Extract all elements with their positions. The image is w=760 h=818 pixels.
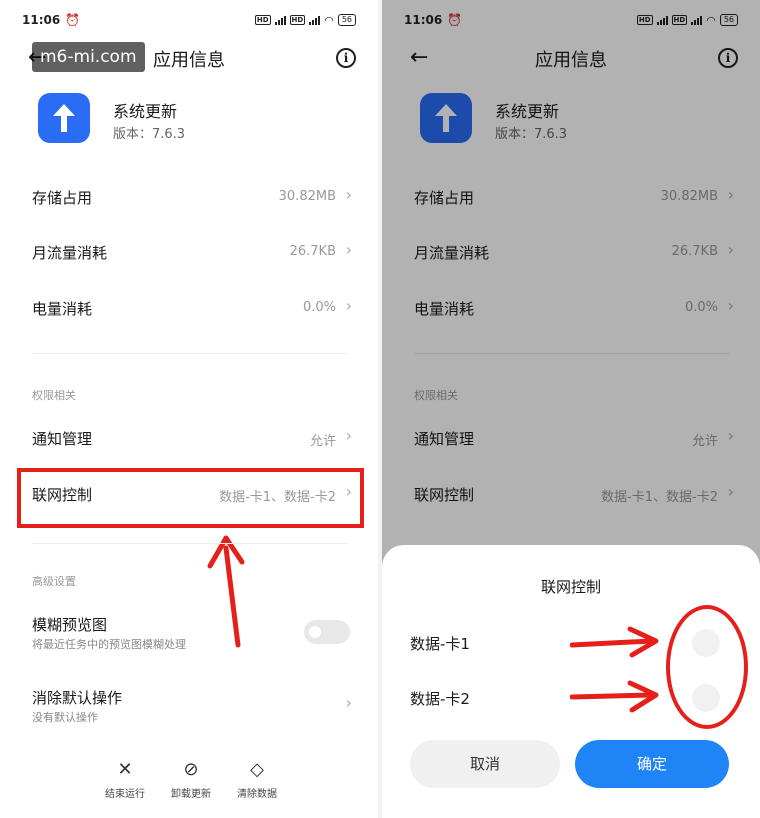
notification-row[interactable]: 通知管理 允许 › (32, 424, 352, 454)
status-bar: 11:06 ⏰ HD HD ◠ 56 (22, 12, 356, 28)
row-value: 30.82MB (278, 189, 336, 204)
cancel-button[interactable]: 取消 (410, 740, 560, 788)
annotation-highlight-box (17, 468, 364, 528)
row-subtitle: 没有默认操作 (32, 711, 98, 724)
section-permissions: 权限相关 (32, 389, 76, 402)
row-value: 0.0% (302, 300, 336, 315)
app-info-screen: 11:06 ⏰ HD HD ◠ 56 ← 应用信息 i m6-mi.com 系统… (0, 0, 378, 818)
signal-icon (274, 15, 286, 25)
block-icon: ⊘ (183, 759, 199, 780)
battery-usage-row[interactable]: 电量消耗 0.0% › (32, 294, 352, 324)
alarm-icon: ⏰ (65, 13, 81, 27)
action-label: 卸载更新 (171, 789, 211, 800)
section-advanced: 高级设置 (32, 575, 76, 588)
eraser-icon: ◇ (250, 759, 264, 780)
sheet-title: 联网控制 (540, 578, 601, 596)
row-subtitle: 将最近任务中的预览图模糊处理 (32, 638, 186, 651)
chevron-right-icon: › (345, 240, 352, 259)
row-label: 电量消耗 (32, 300, 93, 318)
app-icon (38, 93, 90, 143)
uninstall-updates-button[interactable]: ⊘ 卸载更新 (156, 758, 226, 800)
force-stop-button[interactable]: ✕ 结束运行 (90, 758, 160, 800)
annotation-ellipse (666, 605, 748, 729)
status-time: 11:06 (22, 13, 61, 27)
row-label: 存储占用 (32, 189, 93, 207)
up-arrow-icon (53, 104, 75, 132)
action-label: 清除数据 (237, 789, 277, 800)
annotation-arrow-icon (570, 626, 659, 658)
option-sim1-label: 数据-卡1 (410, 635, 470, 653)
action-label: 结束运行 (105, 789, 145, 800)
row-label: 通知管理 (32, 430, 93, 448)
data-usage-row[interactable]: 月流量消耗 26.7KB › (32, 238, 352, 268)
option-sim2-label: 数据-卡2 (410, 690, 470, 708)
row-label: 消除默认操作 (32, 689, 123, 707)
battery-icon: 56 (337, 14, 356, 26)
info-icon[interactable]: i (336, 48, 356, 68)
app-version: 版本：7.6.3 (113, 127, 186, 142)
app-header: 系统更新 版本：7.6.3 (38, 93, 358, 145)
row-label: 月流量消耗 (32, 244, 108, 262)
row-label: 模糊预览图 (32, 616, 108, 634)
close-icon: ✕ (117, 759, 133, 780)
blur-preview-toggle[interactable] (304, 620, 350, 644)
wifi-icon: ◠ (324, 13, 334, 27)
hd-icon: HD (254, 15, 271, 25)
signal-icon (309, 15, 321, 25)
app-name: 系统更新 (113, 102, 178, 121)
storage-row[interactable]: 存储占用 30.82MB › (32, 183, 352, 213)
confirm-button[interactable]: 确定 (575, 740, 729, 788)
row-value: 允许 (309, 434, 336, 449)
chevron-right-icon: › (345, 693, 352, 712)
divider (32, 353, 348, 354)
row-value: 26.7KB (289, 244, 336, 259)
annotation-arrow-icon (570, 680, 659, 713)
clear-data-button[interactable]: ◇ 清除数据 (222, 758, 292, 800)
clear-default-row[interactable]: 消除默认操作 没有默认操作 › (32, 683, 352, 724)
chevron-right-icon: › (345, 296, 352, 315)
watermark: m6-mi.com (32, 42, 145, 72)
divider (32, 543, 348, 544)
chevron-right-icon: › (345, 426, 352, 445)
hd-icon: HD (289, 15, 306, 25)
chevron-right-icon: › (345, 185, 352, 204)
